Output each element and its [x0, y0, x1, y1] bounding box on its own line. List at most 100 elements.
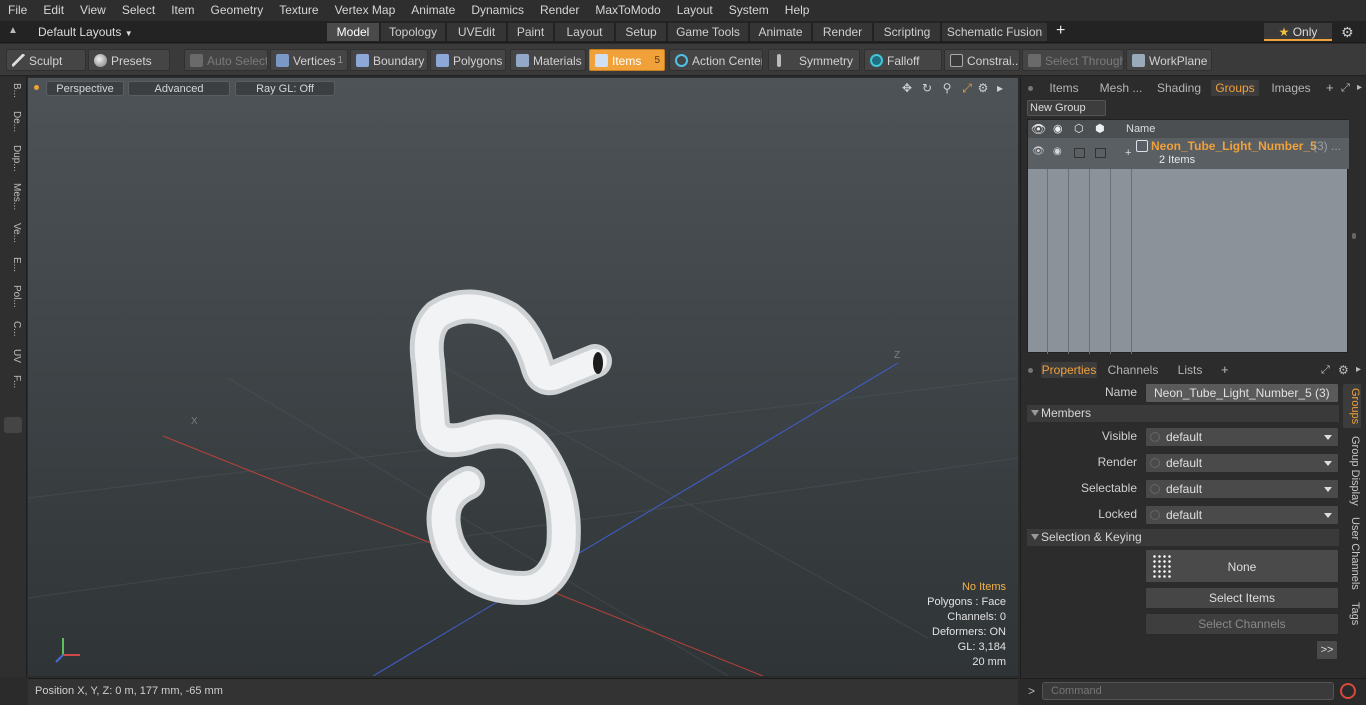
selectable-icon[interactable]: ⬡	[1074, 120, 1084, 138]
select-channels-button[interactable]: Select Channels	[1145, 613, 1339, 635]
constraints-button[interactable]: Constrai...	[944, 49, 1020, 71]
materials-button[interactable]: Materials	[510, 49, 586, 71]
menu-select[interactable]: Select	[114, 0, 163, 21]
advanced-button[interactable]: Advanced	[128, 81, 230, 96]
props-arrow-icon[interactable]: ▸	[1356, 362, 1361, 378]
default-layouts-dropdown[interactable]: Default Layouts ▼	[38, 24, 133, 40]
add-props-tab-icon[interactable]: +	[1221, 362, 1229, 378]
menu-file[interactable]: File	[0, 0, 35, 21]
add-tab-button[interactable]: +	[1056, 22, 1065, 40]
tab-items[interactable]: Items	[1043, 80, 1085, 96]
group-list[interactable]: 👁 ◉ ⬡ ⬢ Name 👁 ◉ + Neon_Tube_Light_Numbe…	[1027, 119, 1349, 354]
menu-item[interactable]: Item	[163, 0, 202, 21]
row-eye-icon[interactable]: 👁	[1032, 146, 1045, 157]
menu-layout[interactable]: Layout	[669, 0, 721, 21]
group-name[interactable]: Neon_Tube_Light_Number_5	[1151, 139, 1317, 153]
props-maximize-icon[interactable]: ⤢	[1321, 362, 1330, 378]
row-select-checkbox[interactable]	[1074, 148, 1085, 158]
eye-icon[interactable]: 👁	[1031, 120, 1046, 138]
tab-topology[interactable]: Topology	[381, 23, 446, 41]
panel-arrow-icon[interactable]: ▸	[1357, 80, 1362, 96]
polygons-button[interactable]: Polygons	[430, 49, 506, 71]
select-through-button[interactable]: Select Through	[1022, 49, 1124, 71]
tab-scripting[interactable]: Scripting	[874, 23, 941, 41]
menu-animate[interactable]: Animate	[403, 0, 463, 21]
tab-render[interactable]: Render	[813, 23, 873, 41]
menu-texture[interactable]: Texture	[271, 0, 326, 21]
row-render-icon[interactable]: ◉	[1053, 146, 1062, 157]
viewport-gear-icon[interactable]: ⚙	[976, 81, 990, 95]
3d-viewport[interactable]: X Z Perspective Advanced Ray GL: Off ✥ ↻…	[28, 78, 1018, 676]
left-tab-3[interactable]: Mes...	[4, 183, 22, 219]
tab-lists[interactable]: Lists	[1171, 362, 1209, 378]
raygl-button[interactable]: Ray GL: Off	[235, 81, 335, 96]
command-input[interactable]	[1042, 682, 1334, 700]
left-tab-7[interactable]: C...	[4, 321, 22, 345]
props-gear-icon[interactable]: ⚙	[1338, 362, 1349, 378]
left-tab-9[interactable]: F...	[4, 375, 22, 405]
vertices-button[interactable]: Vertices 1	[270, 49, 348, 71]
new-group-button[interactable]: New Group	[1027, 100, 1106, 116]
viewport-menu-dot-icon[interactable]	[34, 85, 39, 90]
name-field[interactable]: Neon_Tube_Light_Number_5 (3)	[1145, 383, 1339, 403]
tab-game-tools[interactable]: Game Tools	[668, 23, 749, 41]
maximize-panel-icon[interactable]: ⤢	[1341, 80, 1350, 96]
falloff-button[interactable]: Falloff	[864, 49, 942, 71]
lock-icon[interactable]: ⬢	[1095, 120, 1105, 138]
render-dropdown[interactable]: default	[1145, 453, 1339, 473]
tab-model[interactable]: Model	[327, 23, 380, 41]
only-toggle[interactable]: ★ Only	[1264, 23, 1332, 41]
visible-dropdown[interactable]: default	[1145, 427, 1339, 447]
name-column-header[interactable]: Name	[1126, 120, 1155, 138]
vtab-user-channels[interactable]: User Channels	[1343, 514, 1361, 592]
members-section-header[interactable]: Members	[1027, 405, 1339, 422]
left-tab-6[interactable]: Pol...	[4, 285, 22, 317]
tab-mesh[interactable]: Mesh ...	[1095, 80, 1147, 96]
left-tab-1[interactable]: De...	[4, 111, 22, 141]
viewport-expand-arrow-icon[interactable]: ▸	[993, 81, 1007, 95]
selectable-key-icon[interactable]	[1150, 484, 1160, 494]
render-icon[interactable]: ◉	[1053, 120, 1063, 138]
left-tab-2[interactable]: Dup...	[4, 145, 22, 179]
left-tab-5[interactable]: E...	[4, 257, 22, 281]
expand-plus-icon[interactable]: +	[1125, 147, 1131, 159]
sculpt-button[interactable]: Sculpt	[6, 49, 86, 71]
menu-dynamics[interactable]: Dynamics	[463, 0, 532, 21]
add-panel-tab-icon[interactable]: +	[1326, 80, 1334, 96]
props-menu-dot-icon[interactable]	[1028, 368, 1033, 373]
vtab-tags[interactable]: Tags	[1343, 598, 1361, 630]
expand-arrow-icon[interactable]: ▲	[8, 25, 20, 37]
row-lock-checkbox[interactable]	[1095, 148, 1106, 158]
tab-shading[interactable]: Shading	[1155, 80, 1203, 96]
tab-animate[interactable]: Animate	[750, 23, 812, 41]
render-key-icon[interactable]	[1150, 458, 1160, 468]
left-tab-8[interactable]: UV	[4, 349, 22, 371]
presets-button[interactable]: Presets	[88, 49, 170, 71]
tab-properties[interactable]: Properties	[1041, 362, 1097, 378]
locked-dropdown[interactable]: default	[1145, 505, 1339, 525]
menu-vertex-map[interactable]: Vertex Map	[327, 0, 404, 21]
tab-groups[interactable]: Groups	[1211, 80, 1259, 96]
left-tab-extra-button[interactable]	[4, 417, 22, 433]
tab-schematic-fusion[interactable]: Schematic Fusion	[942, 23, 1048, 41]
zoom-view-icon[interactable]: ⚲	[940, 81, 954, 95]
perspective-button[interactable]: Perspective	[46, 81, 124, 96]
menu-geometry[interactable]: Geometry	[203, 0, 272, 21]
tab-setup[interactable]: Setup	[616, 23, 667, 41]
tab-layout[interactable]: Layout	[555, 23, 615, 41]
menu-system[interactable]: System	[721, 0, 777, 21]
neon-tube-number-5[interactable]	[409, 289, 612, 605]
tab-paint[interactable]: Paint	[508, 23, 554, 41]
fit-view-icon[interactable]: ⤢	[960, 81, 974, 95]
none-button[interactable]: None	[1145, 549, 1339, 583]
vtab-groups[interactable]: Groups	[1343, 384, 1361, 428]
selectable-dropdown[interactable]: default	[1145, 479, 1339, 499]
tab-uvedit[interactable]: UVEdit	[447, 23, 507, 41]
menu-help[interactable]: Help	[777, 0, 818, 21]
workplane-button[interactable]: WorkPlane	[1126, 49, 1212, 71]
symmetry-button[interactable]: Symmetry	[768, 49, 860, 71]
select-items-button[interactable]: Select Items	[1145, 587, 1339, 609]
locked-key-icon[interactable]	[1150, 510, 1160, 520]
items-button[interactable]: Items 5	[589, 49, 665, 71]
group-row[interactable]: 👁 ◉ + Neon_Tube_Light_Number_5 (3) ... 2…	[1028, 138, 1349, 169]
